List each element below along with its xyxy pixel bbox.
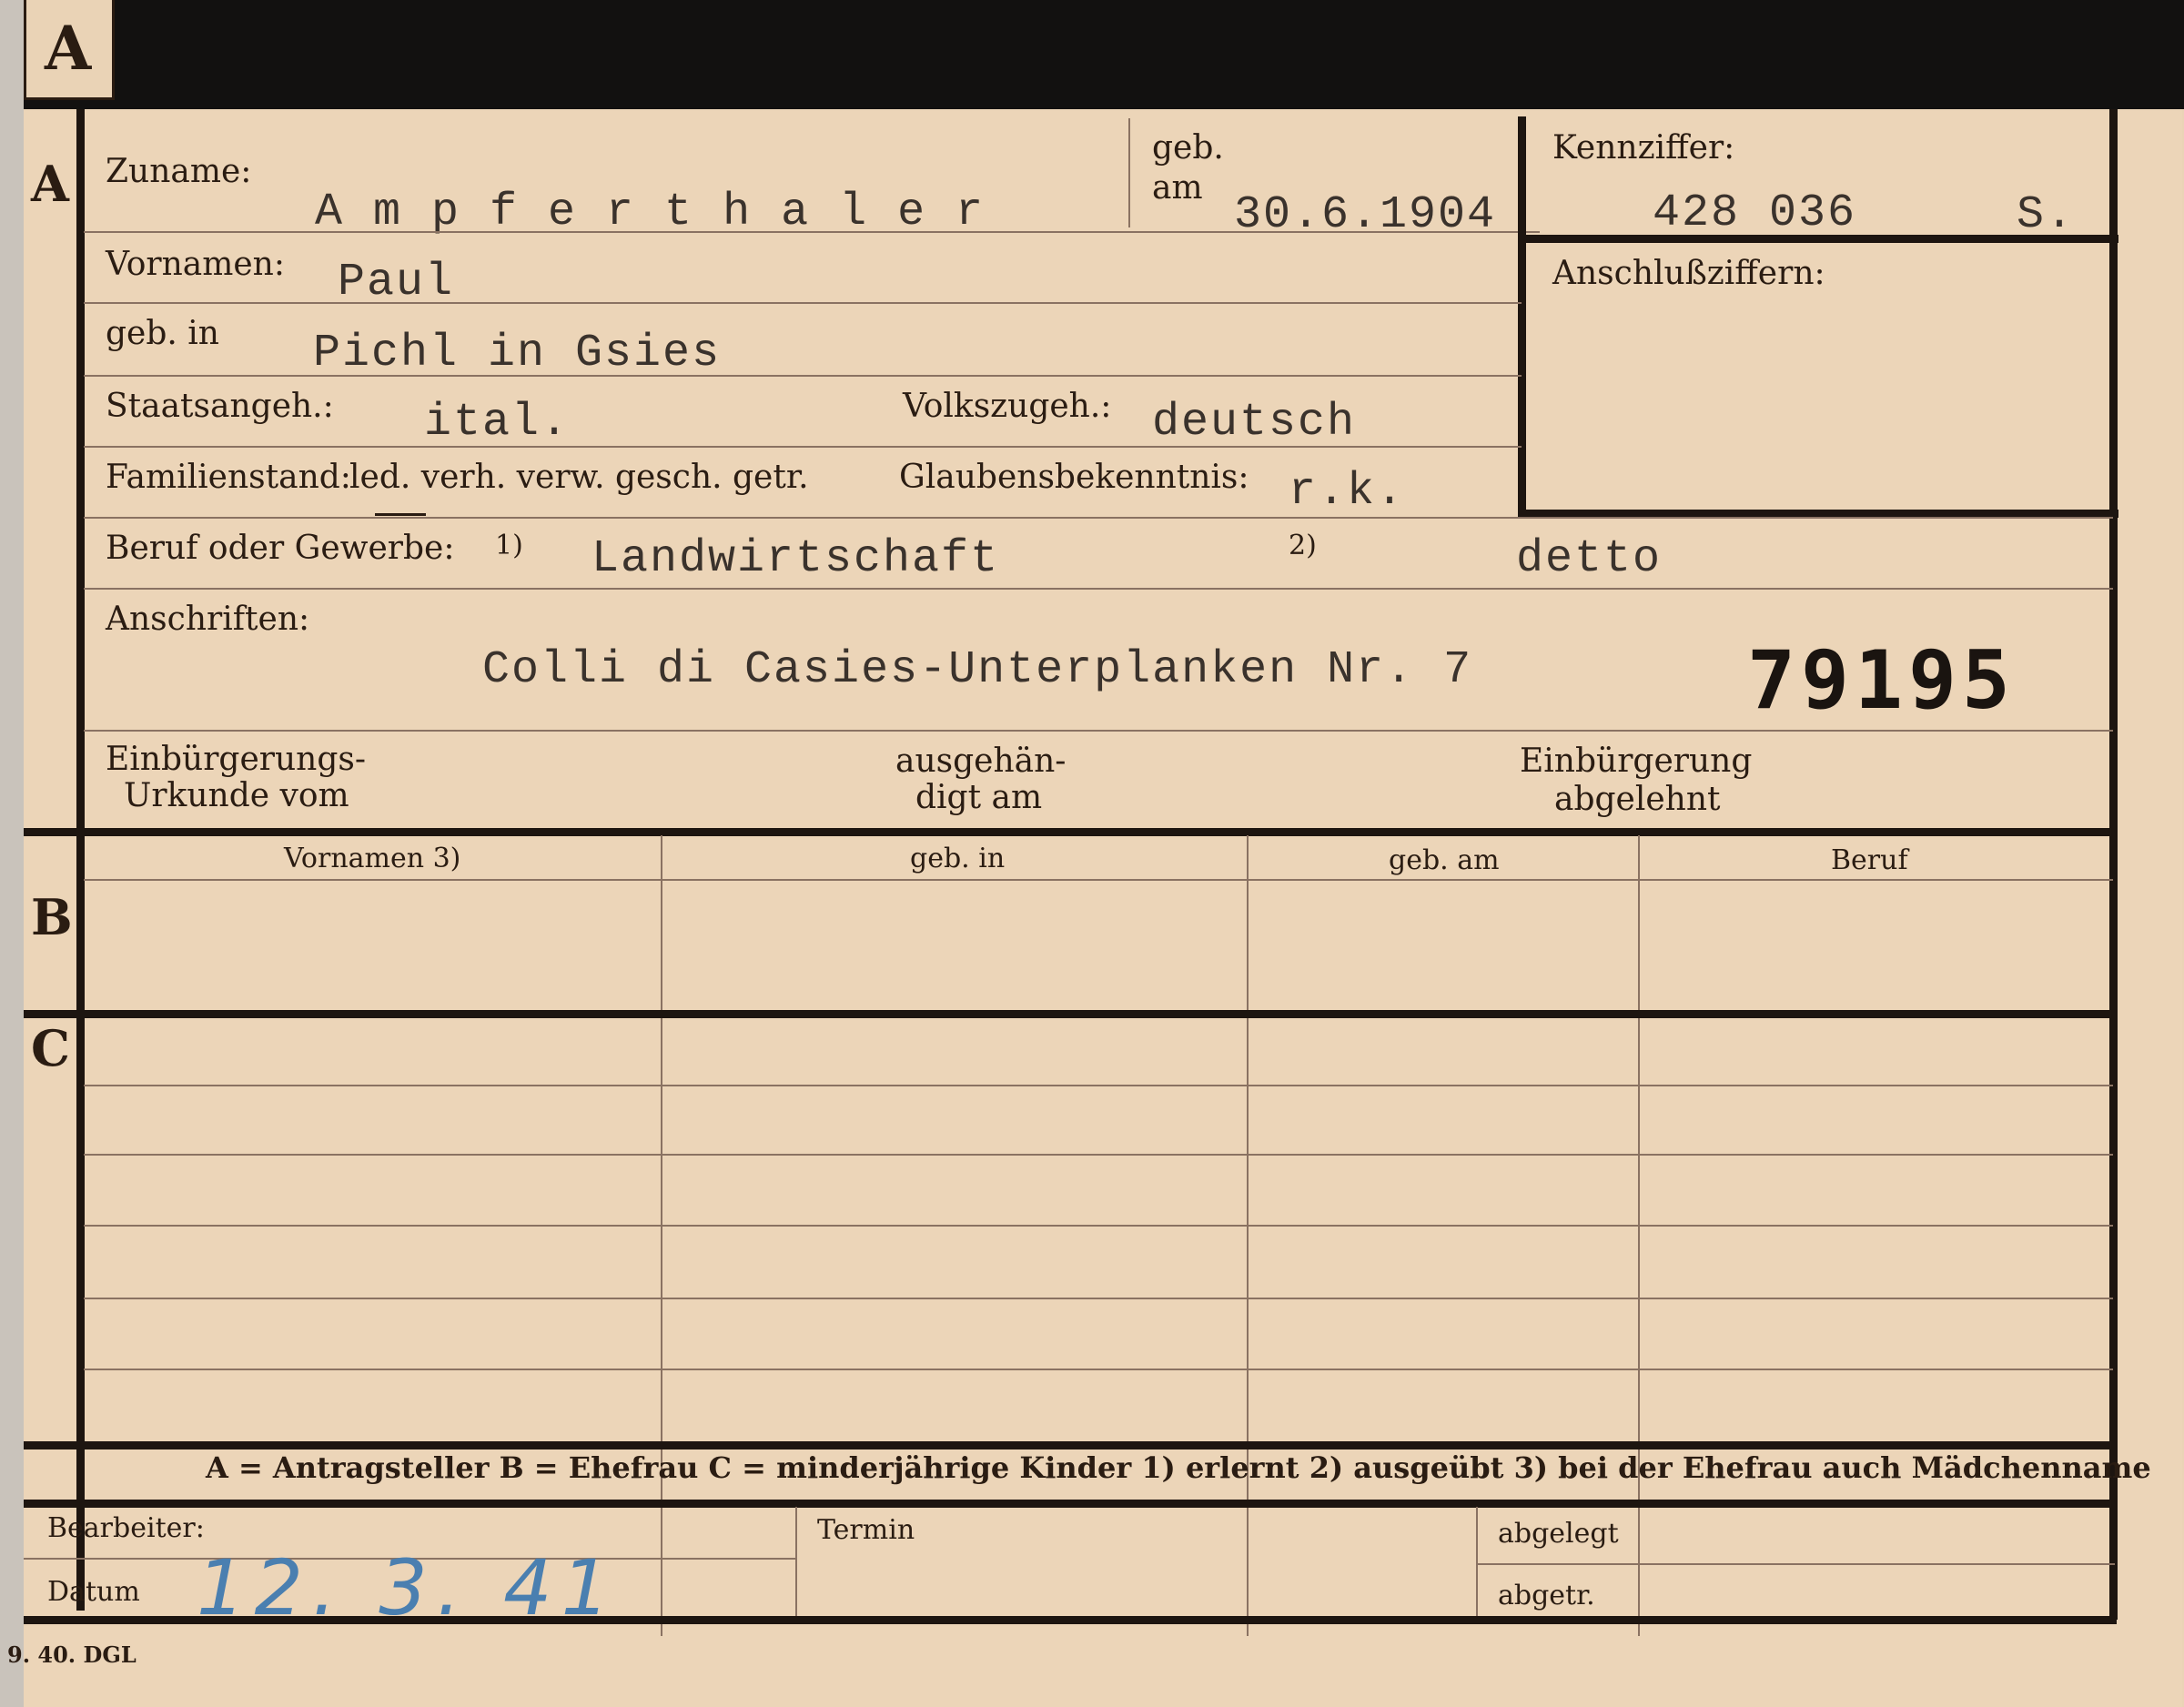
kennziffer-divider — [1518, 235, 2118, 243]
glaubensbekenntnis-value: r.k. — [1289, 466, 1406, 518]
section-c-row-line-2 — [84, 1154, 2113, 1156]
row-line-zuname — [84, 231, 1540, 233]
glaubensbekenntnis-label: Glaubensbekenntnis: — [899, 459, 1249, 496]
row-line-geb-in — [84, 375, 1522, 377]
geb-label-line1: geb. — [1152, 129, 1224, 167]
einbuergerungs-urkunde-line1: Einbürgerungs- — [106, 741, 367, 778]
legend-bottom-border — [24, 1500, 2117, 1508]
termin-divider — [795, 1507, 797, 1618]
footer-print-code: 9. 40. DGL — [7, 1641, 136, 1668]
datum-label: Datum — [47, 1576, 140, 1608]
staatsangeh-value: ital. — [424, 397, 571, 449]
row-line-staatsangeh — [84, 446, 1522, 448]
beruf-label: Beruf oder Gewerbe: — [106, 530, 455, 567]
ausgehaendigt-line1: ausgehän- — [895, 742, 1067, 780]
ausgehaendigt-line2: digt am — [915, 779, 1043, 816]
vornamen-label: Vornamen: — [106, 246, 285, 283]
geb-am-divider — [1128, 118, 1130, 227]
abgelegt-label: abgelegt — [1498, 1518, 1619, 1550]
beruf-note-2: 2) — [1289, 530, 1317, 561]
familienstand-selection-mark — [375, 513, 426, 516]
geb-in-value: Pichl in Gsies — [313, 328, 722, 379]
anschriften-label: Anschriften: — [106, 601, 310, 638]
section-b-col-divider-3 — [1638, 835, 1640, 1636]
row-line-vornamen — [84, 302, 1522, 304]
familienstand-options: led. verh. verw. gesch. getr. — [349, 459, 809, 496]
right-border — [2109, 109, 2118, 1620]
scan-left-margin — [0, 0, 24, 1707]
geb-am-value: 30.6.1904 — [1234, 189, 1497, 241]
section-c-row-line-3 — [84, 1225, 2113, 1227]
legend-top-border — [24, 1441, 2117, 1449]
termin-label: Termin — [817, 1514, 915, 1546]
index-tab: A — [24, 0, 115, 100]
registration-card: A Zuname: A m p f e r t h a l e r geb. a… — [24, 109, 2182, 1707]
abgelegt-divider — [1476, 1507, 1478, 1618]
section-c-row-line-5 — [84, 1369, 2113, 1370]
section-c-top-border — [24, 1010, 2117, 1018]
anschlussziffern-label: Anschlußziffern: — [1552, 255, 1825, 292]
vornamen-value: Paul — [338, 257, 455, 308]
geb-in-label: geb. in — [106, 315, 219, 352]
staatsangeh-label: Staatsangeh.: — [106, 388, 334, 425]
section-b-col-divider-2 — [1247, 835, 1249, 1636]
scan-dark-border — [0, 0, 2184, 109]
kennziffer-value: 428 036 — [1653, 187, 1857, 239]
row-line-beruf — [84, 588, 2113, 590]
section-b-col-vornamen: Vornamen 3) — [284, 843, 461, 874]
bearbeiter-label: Bearbeiter: — [47, 1512, 205, 1544]
section-c-row-line-4 — [84, 1298, 2113, 1299]
section-b-top-border — [24, 828, 2117, 836]
section-b-col-geb-in: geb. in — [910, 843, 1006, 874]
abgetr-label: abgetr. — [1498, 1580, 1595, 1611]
section-b-col-geb-am: geb. am — [1389, 844, 1500, 876]
beruf-value-1: Landwirtschaft — [592, 533, 1000, 585]
volkszugeh-value: deutsch — [1152, 397, 1357, 449]
einbuergerung-abgelehnt-line2: abgelehnt — [1554, 781, 1721, 818]
row-line-anschriften — [84, 730, 2113, 732]
section-a-letter: A — [31, 155, 69, 213]
familienstand-label: Familienstand: — [106, 459, 351, 496]
einbuergerungs-urkunde-line2: Urkunde vom — [124, 777, 349, 814]
kennziffer-label: Kennziffer: — [1552, 129, 1735, 167]
anschriften-value: Colli di Casies-Unterplanken Nr. 7 — [482, 644, 1473, 696]
index-tab-letter: A — [45, 13, 92, 84]
card-bottom-border — [24, 1616, 2117, 1624]
row-line-familienstand — [84, 517, 2113, 519]
einbuergerung-abgelehnt-line1: Einbürgerung — [1520, 742, 1753, 780]
beruf-note-1: 1) — [495, 530, 523, 561]
zuname-label: Zuname: — [106, 153, 252, 190]
section-c-row-line-1 — [84, 1085, 2113, 1086]
section-b-letter: B — [31, 888, 73, 946]
kennziffer-suffix: S. — [2017, 189, 2076, 241]
section-b-col-beruf: Beruf — [1831, 844, 1908, 876]
beruf-value-2: detto — [1516, 533, 1663, 585]
volkszugeh-label: Volkszugeh.: — [903, 388, 1112, 425]
stamp-number: 79195 — [1747, 633, 2016, 727]
left-border — [76, 109, 85, 1611]
legend-text: A = Antragsteller B = Ehefrau C = minder… — [206, 1450, 2151, 1485]
section-b-header-line — [84, 879, 2113, 881]
kennziffer-box-left — [1518, 116, 1526, 519]
section-c-letter: C — [31, 1019, 70, 1077]
section-b-col-divider-1 — [661, 835, 662, 1636]
abgelegt-line — [1478, 1563, 2115, 1565]
geb-label-line2: am — [1152, 169, 1203, 207]
